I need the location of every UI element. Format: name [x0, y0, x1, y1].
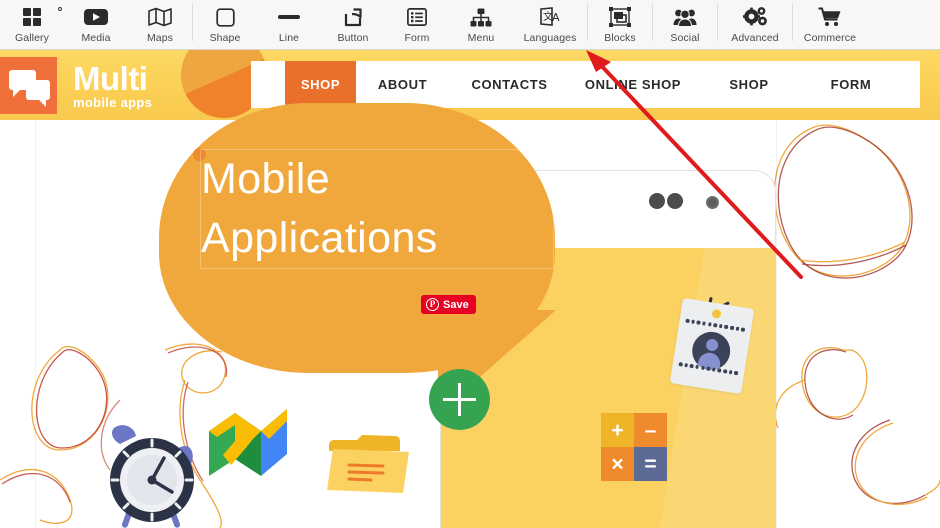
toolbar-label-shape: Shape	[209, 32, 241, 44]
nav-item-contacts[interactable]: CONTACTS	[449, 61, 570, 108]
layout-guide	[35, 120, 36, 528]
logo-subtitle: mobile apps	[73, 95, 153, 110]
id-badge-icon	[669, 297, 755, 395]
site-banner: Multi mobile apps SHOP ABOUT CONTACTS ON…	[0, 50, 940, 120]
nav-item-online-shop[interactable]: ONLINE SHOP	[570, 61, 696, 108]
toolbar-group-blocks: Blocks	[588, 0, 652, 50]
calculator-icon: + – × =	[601, 413, 667, 481]
site-navigation[interactable]: SHOP ABOUT CONTACTS ONLINE SHOP SHOP FOR…	[251, 61, 920, 108]
shape-square-icon	[210, 4, 240, 30]
commerce-cart-icon	[815, 4, 845, 30]
menu-sitemap-icon	[466, 4, 496, 30]
advanced-gears-icon	[740, 4, 770, 30]
line-icon	[274, 4, 304, 30]
calculator-key-equals: =	[634, 447, 667, 481]
alarm-clock-icon	[110, 425, 194, 528]
badge-dot-row	[685, 318, 746, 332]
toolbar-group-social: Social	[653, 0, 717, 50]
device-sensor-icon	[667, 193, 683, 209]
toolbar-label-languages: Languages	[523, 32, 577, 44]
device-camera-icon	[706, 196, 719, 209]
toolbar-item-advanced[interactable]: Advanced	[718, 0, 792, 50]
toolbar-label-social: Social	[670, 32, 700, 44]
toolbar-label-gallery: Gallery	[15, 32, 49, 44]
toolbar-group-elements: Shape Line Button Form Menu 文 A Language…	[193, 0, 587, 50]
toolbar-group-advanced: Advanced	[718, 0, 792, 50]
gallery-grid-icon	[17, 4, 47, 30]
maps-fold-icon	[145, 4, 175, 30]
degree-marker-icon	[58, 7, 62, 11]
toolbar-label-form: Form	[404, 32, 430, 44]
toolbar-label-blocks: Blocks	[604, 32, 636, 44]
toolbar-label-menu: Menu	[467, 32, 495, 44]
svg-text:A: A	[552, 11, 560, 24]
blocks-layers-icon	[605, 4, 635, 30]
toolbar-item-form[interactable]: Form	[385, 0, 449, 50]
add-block-button[interactable]	[429, 369, 490, 430]
toolbar-item-blocks[interactable]: Blocks	[588, 0, 652, 50]
toolbar-group-content: Gallery Media Maps	[0, 0, 192, 50]
social-people-icon	[670, 4, 700, 30]
toolbar-item-media[interactable]: Media	[64, 0, 128, 50]
website-preview-canvas[interactable]: Multi mobile apps SHOP ABOUT CONTACTS ON…	[0, 50, 940, 528]
nav-item-form[interactable]: FORM	[802, 61, 900, 108]
calculator-key-plus: +	[601, 413, 634, 447]
nav-item-shop-active[interactable]: SHOP	[285, 61, 356, 108]
toolbar-label-maps: Maps	[146, 32, 174, 44]
calculator-key-times: ×	[601, 447, 634, 481]
nav-item-shop[interactable]: SHOP	[696, 61, 802, 108]
editor-toolbar: Gallery Media Maps Shape Line Button For…	[0, 0, 940, 50]
pinterest-save-label: Save	[443, 298, 469, 311]
device-sensor-icon	[649, 193, 665, 209]
languages-translate-icon: 文A	[535, 4, 565, 30]
logo-wordmark: Multi mobile apps	[73, 62, 152, 110]
toolbar-item-commerce[interactable]: Commerce	[793, 0, 867, 50]
calculator-key-minus: –	[634, 413, 667, 447]
toolbar-group-commerce: Commerce	[793, 0, 867, 50]
form-list-icon	[402, 4, 432, 30]
toolbar-label-media: Media	[81, 32, 111, 44]
toolbar-label-button: Button	[337, 32, 369, 44]
speech-bubble-icon	[26, 80, 50, 107]
toolbar-label-commerce: Commerce	[803, 32, 857, 44]
pinterest-save-button[interactable]: P Save	[421, 295, 476, 314]
nav-item-about[interactable]: ABOUT	[356, 61, 449, 108]
toolbar-item-line[interactable]: Line	[257, 0, 321, 50]
toolbar-label-line: Line	[278, 32, 300, 44]
hero-heading-line2: Applications	[201, 214, 438, 262]
toolbar-item-shape[interactable]: Shape	[193, 0, 257, 50]
media-play-icon	[81, 4, 111, 30]
toolbar-item-maps[interactable]: Maps	[128, 0, 192, 50]
layout-guide	[776, 50, 777, 528]
logo-title: Multi	[73, 60, 148, 97]
folded-map-icon	[209, 409, 287, 476]
toolbar-label-advanced: Advanced	[731, 32, 779, 44]
hero-heading-line1: Mobile	[201, 155, 331, 203]
site-logo[interactable]	[0, 57, 57, 114]
pinterest-icon: P	[426, 298, 439, 311]
toolbar-item-languages[interactable]: 文A Languages	[513, 0, 587, 50]
toolbar-item-button[interactable]: Button	[321, 0, 385, 50]
toolbar-item-gallery[interactable]: Gallery	[0, 0, 64, 50]
toolbar-item-menu[interactable]: Menu	[449, 0, 513, 50]
toolbar-item-social[interactable]: Social	[653, 0, 717, 50]
hero-heading[interactable]: Mobile Applications	[200, 149, 554, 269]
folder-icon	[327, 435, 409, 493]
badge-hole	[711, 308, 722, 319]
button-share-icon	[338, 4, 368, 30]
